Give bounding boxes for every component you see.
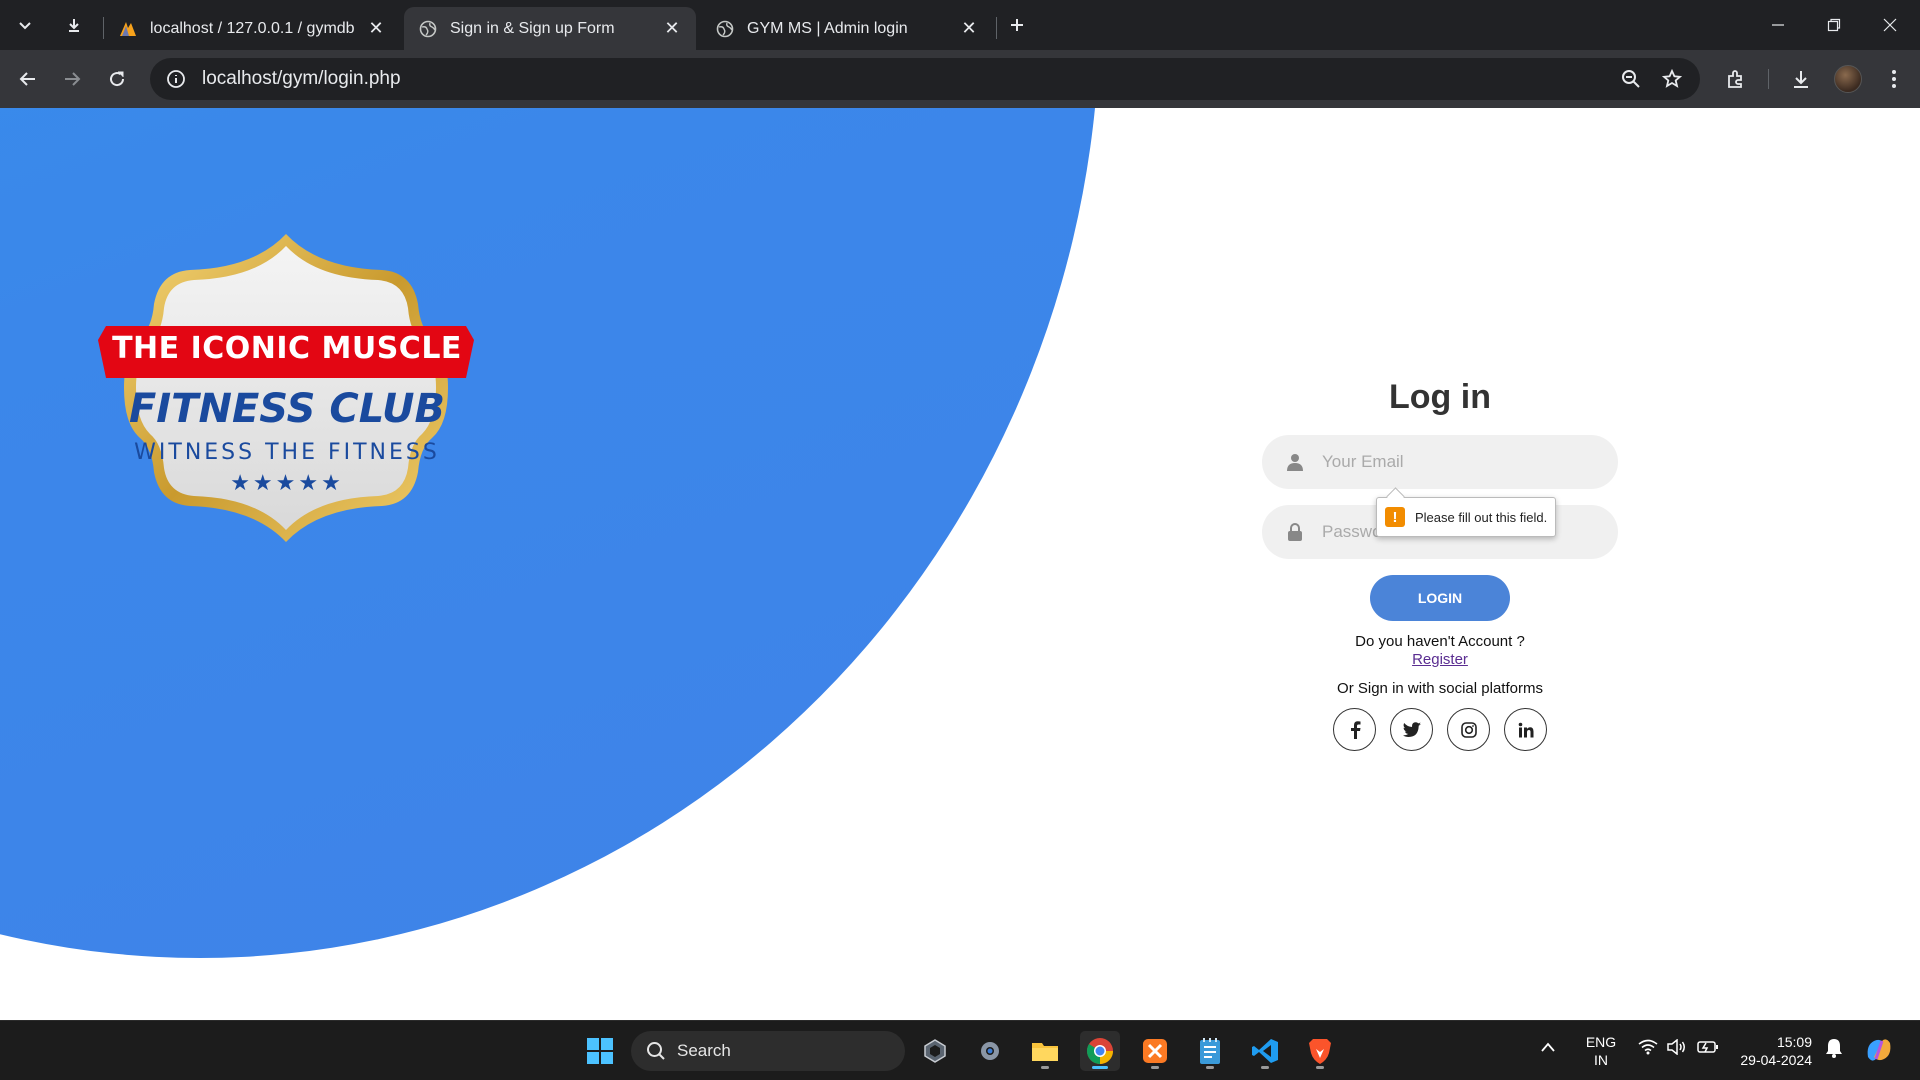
close-icon[interactable]: ✕ [366, 18, 386, 39]
instagram-icon[interactable] [1447, 708, 1490, 751]
reload-button[interactable] [99, 61, 135, 97]
social-icons [1262, 708, 1618, 751]
globe-icon [715, 19, 735, 39]
phpmyadmin-icon [118, 19, 138, 39]
forward-button[interactable] [54, 61, 90, 97]
file-explorer-app[interactable] [1025, 1031, 1065, 1071]
globe-icon [418, 19, 438, 39]
taskbar-search[interactable]: Search [631, 1031, 905, 1071]
clock-date: 29-04-2024 [1740, 1052, 1812, 1068]
linkedin-icon[interactable] [1504, 708, 1547, 751]
chrome-app[interactable] [1080, 1031, 1120, 1071]
extensions-icon[interactable] [1722, 65, 1750, 93]
restore-icon [1827, 18, 1841, 32]
twitter-icon[interactable] [1390, 708, 1433, 751]
warning-icon: ! [1385, 507, 1405, 527]
start-button[interactable] [580, 1031, 620, 1071]
task-view-icon [924, 1039, 946, 1063]
new-tab-button[interactable] [1000, 8, 1034, 42]
language-code: ENG [1585, 1034, 1617, 1050]
close-icon[interactable]: ✕ [959, 18, 979, 39]
browser-toolbar: localhost/gym/login.php [0, 50, 1920, 108]
back-button[interactable] [10, 61, 46, 97]
logo-text-line1: THE ICONIC MUSCLE [112, 331, 462, 366]
search-label: Search [677, 1041, 731, 1060]
account-prompt: Do you haven't Account ? [1355, 633, 1525, 650]
form-title: Log in [1389, 378, 1491, 416]
brave-icon [1309, 1039, 1331, 1064]
social-prompt: Or Sign in with social platforms [1337, 680, 1543, 697]
address-bar[interactable]: localhost/gym/login.php [150, 58, 1700, 100]
copilot-icon[interactable] [1864, 1035, 1894, 1069]
minimize-button[interactable] [1750, 0, 1806, 50]
plus-icon [1011, 19, 1023, 31]
xampp-app[interactable] [1135, 1031, 1175, 1071]
page-viewport: THE ICONIC MUSCLE FITNESS CLUB WITNESS T… [0, 108, 1920, 1020]
downloads-tab-button[interactable] [57, 8, 91, 42]
vscode-icon [1252, 1039, 1278, 1063]
logo-text-line3: WITNESS THE FITNESS [134, 440, 440, 465]
reload-icon [110, 71, 125, 87]
xampp-icon [1143, 1039, 1167, 1063]
chrome-icon [1086, 1038, 1114, 1065]
close-icon[interactable]: ✕ [662, 18, 682, 39]
folder-icon [1032, 1043, 1058, 1061]
validation-message: Please fill out this field. [1415, 509, 1548, 525]
zoom-icon[interactable] [1619, 67, 1643, 91]
battery-icon[interactable] [1697, 1039, 1719, 1059]
close-icon [1883, 18, 1897, 32]
tab-title: GYM MS | Admin login [747, 19, 908, 37]
settings-app[interactable] [970, 1031, 1010, 1071]
close-window-button[interactable] [1862, 0, 1918, 50]
tab-phpmyadmin[interactable]: localhost / 127.0.0.1 / gymdb | p ✕ [104, 7, 400, 50]
notepad-icon [1200, 1038, 1220, 1064]
login-form: Log in LOGIN Do you haven't Account ? Re… [1262, 378, 1618, 751]
tray-expand-icon[interactable] [1540, 1039, 1556, 1057]
brave-app[interactable] [1300, 1031, 1340, 1071]
arrow-right-icon [65, 72, 81, 86]
facebook-icon[interactable] [1333, 708, 1376, 751]
browser-tab-bar: localhost / 127.0.0.1 / gymdb | p ✕ Sign… [0, 0, 1920, 50]
lock-icon [1284, 521, 1306, 543]
register-link[interactable]: Register [1262, 651, 1618, 668]
arrow-left-icon [19, 72, 35, 86]
region-code: IN [1594, 1052, 1608, 1068]
tab-title: Sign in & Sign up Form [450, 19, 615, 37]
url-text[interactable]: localhost/gym/login.php [202, 68, 401, 90]
tab-title: localhost / 127.0.0.1 / gymdb | p [150, 19, 358, 37]
language-indicator[interactable]: ENG IN [1580, 1033, 1622, 1069]
user-icon [1284, 451, 1306, 473]
site-info-icon[interactable] [164, 67, 188, 91]
volume-icon[interactable] [1667, 1038, 1687, 1059]
notepad-app[interactable] [1190, 1031, 1230, 1071]
validation-tooltip: ! Please fill out this field. [1376, 497, 1557, 537]
download-icon[interactable] [1787, 65, 1815, 93]
email-input[interactable] [1322, 452, 1602, 472]
wifi-icon[interactable] [1638, 1039, 1658, 1059]
logo-text-line2: FITNESS CLUB [128, 386, 446, 432]
clock-time: 15:09 [1776, 1034, 1812, 1050]
taskbar: Search ENG IN 15:09 29-04-2024 [0, 1020, 1920, 1080]
tab-search-button[interactable] [8, 8, 42, 42]
tab-admin-login[interactable]: GYM MS | Admin login ✕ [701, 7, 993, 50]
search-icon [645, 1040, 667, 1062]
clock[interactable]: 15:09 29-04-2024 [1728, 1033, 1812, 1069]
email-field [1262, 435, 1618, 489]
chevron-down-icon [19, 22, 31, 30]
download-icon [69, 19, 79, 32]
notification-bell-icon[interactable] [1825, 1038, 1843, 1062]
profile-avatar[interactable] [1834, 65, 1862, 93]
tab-signin-form[interactable]: Sign in & Sign up Form ✕ [404, 7, 696, 50]
logo-stars: ★★★★★ [230, 470, 344, 495]
gym-logo: THE ICONIC MUSCLE FITNESS CLUB WITNESS T… [82, 228, 490, 548]
bookmark-star-icon[interactable] [1660, 67, 1684, 91]
windows-icon [587, 1038, 613, 1064]
vscode-app[interactable] [1245, 1031, 1285, 1071]
gear-icon [981, 1042, 999, 1060]
minimize-icon [1772, 24, 1784, 26]
restore-button[interactable] [1806, 0, 1862, 50]
login-button[interactable]: LOGIN [1370, 575, 1510, 621]
task-view-app[interactable] [915, 1031, 955, 1071]
more-menu-icon[interactable] [1880, 65, 1908, 93]
